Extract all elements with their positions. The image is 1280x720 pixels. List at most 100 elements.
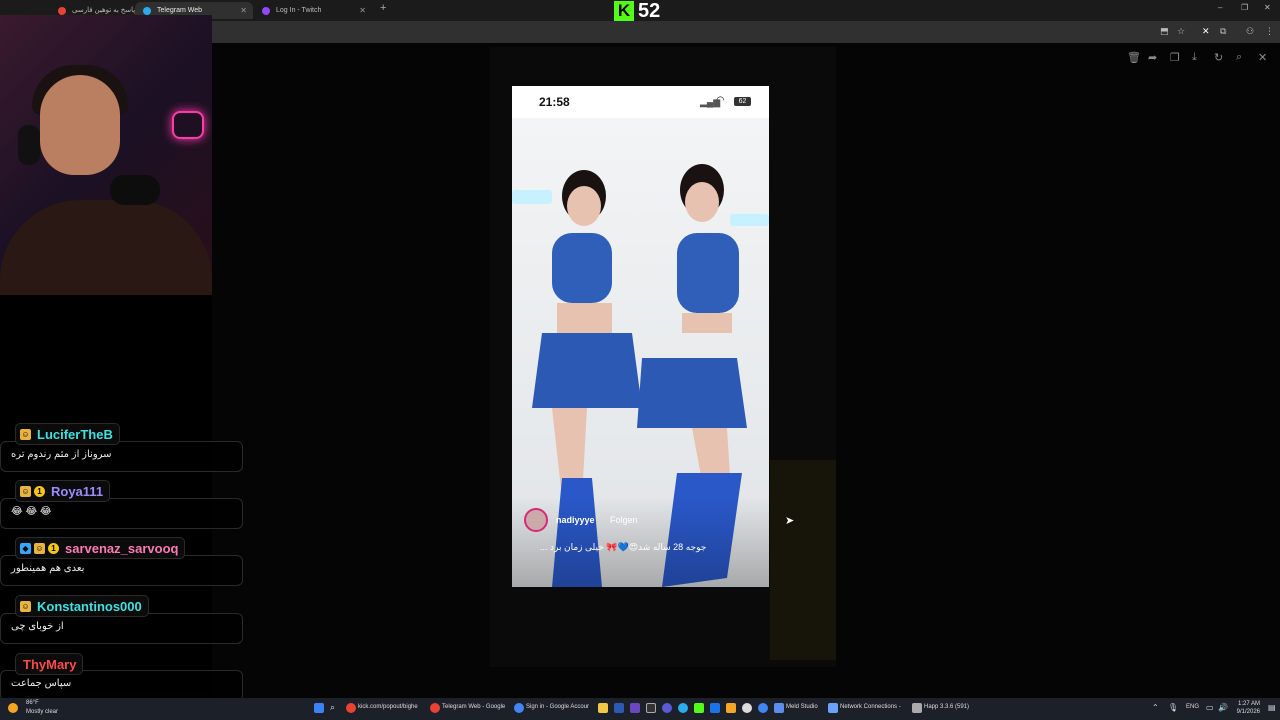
rotate-icon[interactable]: ↻: [1214, 51, 1223, 64]
media-image[interactable]: 21:58 ▂▄▆ ◠ 62 nadiyyye Folgen جوجه 28 س…: [512, 86, 769, 587]
chat-message: 😂 😂 😂: [0, 498, 243, 529]
telegram-favicon-icon: [143, 7, 151, 15]
app-icon[interactable]: [646, 703, 656, 713]
streamer-face: [40, 75, 120, 175]
subscriber-badge-icon: ☺: [20, 485, 31, 497]
chat-message-text: سپاس جماعت: [11, 678, 72, 689]
taskbar-app-meld[interactable]: Meld Studio: [786, 704, 818, 710]
app-icon[interactable]: [726, 703, 736, 713]
notification-icon[interactable]: ▤: [1268, 703, 1276, 712]
clock-time: 1:27 AM: [1237, 701, 1260, 707]
taskbar-app-telegram[interactable]: Telegram Web - Google: [442, 704, 505, 710]
avatar: [524, 508, 548, 532]
chat-username[interactable]: Roya111: [51, 484, 103, 499]
forward-icon[interactable]: ➦: [1148, 51, 1157, 64]
twitch-favicon-icon: [262, 7, 270, 15]
close-viewer-icon[interactable]: ✕: [1258, 51, 1267, 64]
language-indicator[interactable]: ENG: [1186, 704, 1199, 710]
new-tab-button[interactable]: +: [380, 2, 386, 14]
instagram-caption: جوجه 28 ساله شد😍💙🎀 خیلی زمان برد ...: [540, 542, 707, 552]
minimize-button[interactable]: –: [1218, 3, 1222, 12]
vip-badge-icon: 1: [34, 485, 45, 497]
download-icon[interactable]: ⤓: [1192, 51, 1197, 64]
taskbar-app-kick[interactable]: kick.com/popout/bighe: [358, 704, 418, 710]
close-icon[interactable]: ✕: [240, 2, 247, 19]
network-icon[interactable]: [828, 703, 838, 713]
chat-message: سروناز از مثم رندوم تره: [0, 441, 243, 472]
network-tray-icon[interactable]: ▭: [1206, 703, 1214, 712]
tab-label: پاسخ به توهین فارسی: [72, 7, 136, 14]
chat-message-text: بعدی هم همینطور: [11, 563, 85, 574]
windows-start-icon[interactable]: [314, 703, 324, 713]
copy-icon[interactable]: ❐: [1170, 51, 1180, 64]
chat-username[interactable]: LuciferTheB: [37, 427, 113, 442]
system-clock[interactable]: 1:27 AM 9/1/2026: [1232, 700, 1260, 716]
weather-temp: 86°F: [26, 700, 39, 706]
follow-label: Folgen: [610, 515, 638, 525]
window-close-button[interactable]: ✕: [1264, 3, 1271, 12]
wifi-icon: ◠: [716, 95, 725, 106]
tab-label: Telegram Web: [157, 7, 203, 14]
weather-desc: Mostly clear: [26, 709, 59, 715]
bookmark-star-icon[interactable]: ☆: [1177, 26, 1185, 37]
profile-icon[interactable]: ⚇: [1246, 26, 1254, 37]
restore-button[interactable]: ❐: [1241, 3, 1248, 12]
taskbar-app-network[interactable]: Network Connections -: [840, 704, 901, 710]
chat-username-tag: ☺ LuciferTheB: [15, 423, 120, 445]
app-icon[interactable]: [662, 703, 672, 713]
tab-twitch-login[interactable]: Log In - Twitch ✕: [254, 2, 372, 19]
mic-icon[interactable]: 🎙: [1168, 703, 1178, 712]
telegram-icon[interactable]: [678, 703, 688, 713]
mouse-cursor-icon: ➤: [785, 515, 795, 527]
chat-message-text: سروناز از مثم رندوم تره: [11, 449, 112, 460]
menu-icon[interactable]: ⋮: [1265, 26, 1274, 37]
viewer-count-badge: K 52: [614, 0, 660, 22]
app-icon[interactable]: [758, 703, 768, 713]
chat-message-text: 😂 😂 😂: [11, 506, 52, 517]
tab-favicon-icon: [58, 7, 66, 15]
phone-time: 21:58: [539, 95, 570, 109]
weather-widget[interactable]: 86°F Mostly clear: [26, 699, 58, 717]
install-icon[interactable]: ⬒: [1160, 26, 1169, 37]
chat-username-tag: ☺ 1 Roya111: [15, 480, 111, 502]
taskbar-app-google-signin[interactable]: Sign in - Google Accour: [526, 704, 589, 710]
dimmed-media-thumbnail: [770, 460, 836, 660]
battery-icon: 62: [734, 97, 751, 106]
app-icon[interactable]: [630, 703, 640, 713]
chat-message: بعدی هم همینطور: [0, 555, 243, 586]
photo-scene: [512, 118, 769, 587]
gem-badge-icon: ◆: [20, 542, 31, 554]
chat-username[interactable]: ThyMary: [23, 657, 76, 672]
search-icon[interactable]: ⌕: [330, 702, 335, 713]
app-icon[interactable]: [614, 703, 624, 713]
microphone-icon: [110, 175, 160, 205]
volume-icon[interactable]: 🔊: [1218, 703, 1228, 712]
tab-label: Log In - Twitch: [276, 7, 322, 14]
chevron-up-icon[interactable]: ⌃: [1152, 703, 1159, 712]
chrome-icon[interactable]: [430, 703, 440, 713]
chat-username[interactable]: Konstantinos000: [37, 599, 142, 614]
phone-status-bar: 21:58 ▂▄▆ ◠ 62: [512, 86, 769, 118]
zoom-icon[interactable]: ⌕: [1236, 51, 1242, 64]
chat-username-tag: ◆ ☺ 1 sarvenaz_sarvooq: [15, 537, 186, 559]
chat-message: از خوبای چی: [0, 613, 243, 644]
app-icon[interactable]: [694, 703, 704, 713]
chat-message-text: از خوبای چی: [11, 621, 64, 632]
chrome-icon[interactable]: [514, 703, 524, 713]
extensions-icon[interactable]: ⧉: [1220, 26, 1226, 37]
file-explorer-icon[interactable]: [598, 703, 608, 713]
subscriber-badge-icon: ☺: [20, 428, 31, 440]
delete-icon[interactable]: 🗑: [1127, 51, 1141, 64]
taskbar-app-happ[interactable]: Happ 3.3.6 (591): [924, 704, 969, 710]
streamer-shirt: [0, 200, 212, 295]
app-icon[interactable]: [710, 703, 720, 713]
extension-x-icon[interactable]: ✕: [1202, 26, 1210, 37]
chrome-icon[interactable]: [346, 703, 356, 713]
happ-icon[interactable]: [912, 703, 922, 713]
chat-username-tag: ThyMary: [15, 653, 84, 675]
meld-studio-icon[interactable]: [774, 703, 784, 713]
chat-username[interactable]: sarvenaz_sarvooq: [65, 541, 178, 556]
close-icon[interactable]: ✕: [359, 2, 366, 19]
obs-icon[interactable]: [742, 703, 752, 713]
weather-moon-icon: [8, 703, 18, 713]
